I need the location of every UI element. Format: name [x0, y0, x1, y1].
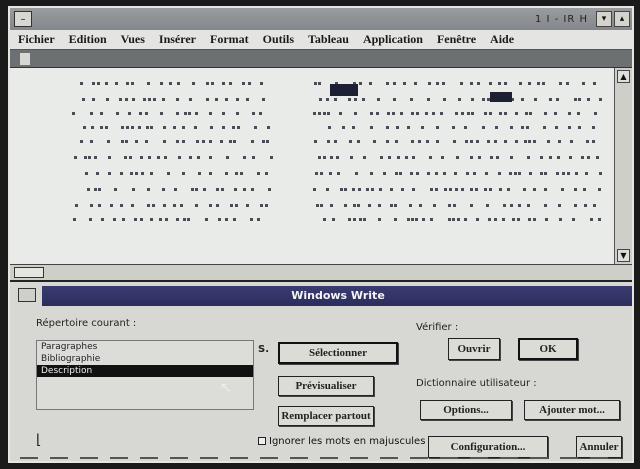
ignore-uppercase-checkbox[interactable]: Ignorer les mots en majuscules — [258, 436, 425, 447]
select-all-button[interactable]: Sélectionner — [278, 342, 398, 364]
vertical-scrollbar[interactable]: ▲ ▼ — [614, 68, 632, 264]
title-bar: – 1 I - IR H ▾ ▴ — [10, 8, 632, 30]
document-text-line — [10, 112, 610, 115]
options-button[interactable]: Options... — [420, 400, 512, 420]
suggestion-list[interactable]: Paragraphes Bibliographie Description — [36, 340, 254, 410]
user-dictionary-label: Dictionnaire utilisateur : — [416, 378, 537, 389]
check-label: Vérifier : — [416, 322, 459, 333]
menu-item-edition[interactable]: Edition — [69, 32, 107, 47]
dialog-title: Windows Write — [42, 286, 632, 306]
maximize-button[interactable]: ▴ — [614, 11, 630, 27]
preview-button[interactable]: Prévisualiser — [278, 376, 374, 396]
menu-item-fenetre[interactable]: Fenêtre — [437, 32, 476, 47]
configuration-button[interactable]: Configuration... — [428, 436, 548, 458]
scroll-down-icon[interactable]: ▼ — [617, 249, 630, 262]
field-prefix: S. — [258, 344, 270, 355]
list-item-selected[interactable]: Description — [37, 365, 253, 377]
dialog-system-menu-icon[interactable] — [18, 288, 36, 302]
window-title: 1 I - IR H — [534, 13, 588, 25]
menu-bar: Fichier Edition Vues Insérer Format Outi… — [10, 30, 632, 50]
cancel-button[interactable]: Annuler — [576, 436, 622, 458]
list-item[interactable]: Bibliographie — [37, 353, 253, 365]
scroll-up-icon[interactable]: ▲ — [617, 70, 630, 83]
menu-item-outils[interactable]: Outils — [263, 32, 294, 47]
menu-item-application[interactable]: Application — [363, 32, 423, 47]
document-text-line — [10, 218, 610, 221]
text-selection-highlight — [490, 92, 512, 102]
list-label: Répertoire courant : — [36, 318, 137, 329]
text-selection-highlight — [330, 84, 358, 96]
minimize-button[interactable]: ▾ — [596, 11, 612, 27]
document-text-line — [10, 98, 610, 101]
menu-item-format[interactable]: Format — [210, 32, 249, 47]
menu-item-tableau[interactable]: Tableau — [308, 32, 349, 47]
list-item[interactable]: Paragraphes — [37, 341, 253, 353]
mouse-pointer-icon: ↖ — [220, 380, 232, 396]
menu-item-fichier[interactable]: Fichier — [18, 32, 55, 47]
document-text-line — [10, 140, 610, 143]
menu-item-aide[interactable]: Aide — [490, 32, 514, 47]
ok-button[interactable]: OK — [518, 338, 578, 360]
add-word-button[interactable]: Ajouter mot... — [524, 400, 620, 420]
system-menu-icon[interactable]: – — [14, 11, 32, 27]
document-text-line — [10, 204, 610, 207]
spellcheck-dialog: Windows Write Répertoire courant : Parag… — [10, 280, 632, 461]
status-line — [20, 457, 620, 459]
checkbox-icon[interactable] — [258, 437, 266, 445]
menu-item-inserer[interactable]: Insérer — [159, 32, 196, 47]
replace-all-button[interactable]: Remplacer partout — [278, 406, 374, 426]
document-text-line — [10, 172, 610, 175]
ruler-bar — [10, 50, 632, 68]
document-area[interactable] — [10, 68, 614, 264]
document-text-line — [10, 156, 610, 159]
corner-bracket-icon: ⌊ — [36, 432, 42, 448]
document-text-line — [10, 126, 610, 129]
document-text-line — [10, 82, 610, 85]
document-text-line — [10, 188, 610, 191]
scroll-thumb[interactable] — [14, 267, 44, 278]
menu-item-vues[interactable]: Vues — [121, 32, 145, 47]
tab-marker-icon[interactable] — [20, 53, 30, 65]
checkbox-label: Ignorer les mots en majuscules — [269, 436, 426, 447]
open-button[interactable]: Ouvrir — [448, 338, 500, 360]
horizontal-scrollbar[interactable] — [10, 264, 632, 280]
desktop-screen: – 1 I - IR H ▾ ▴ Fichier Edition Vues In… — [8, 6, 634, 463]
